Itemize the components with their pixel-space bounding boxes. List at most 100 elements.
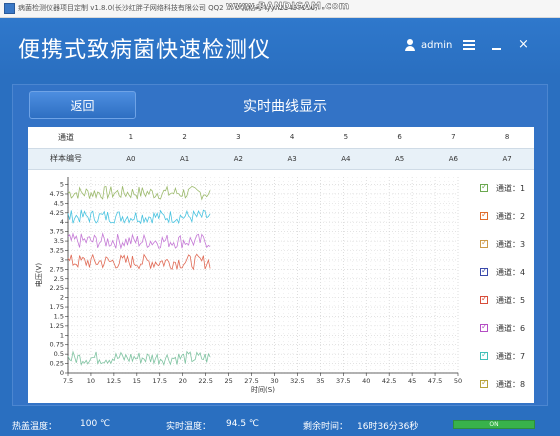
legend-label: 通道：7 [496, 351, 526, 361]
x-tick-label: 20 [179, 377, 187, 385]
y-tick-label: 4.75 [50, 190, 64, 198]
x-tick-label: 22.5 [198, 377, 212, 385]
channel-cell: 7 [451, 133, 456, 142]
x-tick-label: 40 [362, 377, 370, 385]
user-area[interactable]: admin [405, 39, 452, 51]
y-tick-label: 2.25 [50, 284, 64, 292]
legend-item-5[interactable]: 通道：5 [480, 294, 525, 306]
y-tick-label: 0.25 [50, 360, 64, 368]
y-tick-label: 0.5 [54, 350, 64, 358]
app-title: 便携式致病菌快速检测仪 [18, 38, 272, 63]
sample-cell: A5 [372, 147, 427, 170]
checkbox-icon[interactable] [480, 266, 488, 276]
y-axis-title: 电压(V) [34, 263, 43, 288]
sample-cell: A4 [319, 147, 373, 170]
close-icon[interactable]: × [518, 38, 529, 51]
x-tick-label: 50 [454, 377, 462, 385]
menu-icon[interactable] [463, 40, 475, 50]
realtime-line-chart: 7.5 10 12.5 15 17.5 20 22.5 25 27.5 30 32.5 35 37.5 4… [34, 177, 462, 394]
sample-cell: A7 [480, 147, 534, 170]
series-line [67, 253, 211, 271]
window-titlebar: 病菌检测仪器项目定制 v1.8.0(长沙红胖子网络科技有限公司 QQ2 ... … [0, 0, 560, 18]
x-tick-label: 10 [87, 377, 95, 385]
checkbox-icon[interactable] [480, 350, 488, 360]
channel-table: 通道 1 2 3 4 5 6 7 8 样本编号 A0 A1 A2 A3 A4 A… [28, 127, 534, 170]
x-tick-label: 32.5 [290, 377, 304, 385]
y-tick-label: 4 [60, 218, 64, 226]
legend-item-6[interactable]: 通道：6 [480, 322, 525, 334]
legend-item-3[interactable]: 通道：3 [480, 238, 525, 250]
y-tick-label: 3.75 [50, 228, 64, 236]
channel-cell: 3 [236, 133, 241, 142]
y-tick-label: 1 [60, 331, 64, 339]
legend-label: 通道：1 [496, 183, 526, 193]
legend-label: 通道：4 [496, 267, 526, 277]
x-axis-title: 时间(S) [251, 385, 275, 394]
y-tick-label: 0.75 [50, 341, 64, 349]
sample-cell: A1 [157, 147, 212, 170]
x-tick-label: 27.5 [244, 377, 258, 385]
channel-cell: 1 [128, 133, 134, 142]
x-tick-label: 45 [408, 377, 416, 385]
user-icon [405, 39, 415, 51]
legend-item-7[interactable]: 通道：7 [480, 350, 525, 362]
sample-row: 样本编号 A0 A1 A2 A3 A4 A5 A6 A7 [28, 147, 534, 170]
legend-label: 通道：6 [496, 323, 526, 333]
legend-label: 通道：5 [496, 295, 526, 305]
checkbox-icon[interactable] [480, 294, 488, 304]
sample-cell: A6 [426, 147, 481, 170]
real-temp-value: 94.5 ℃ [226, 419, 260, 429]
y-tick-label: 1.75 [50, 303, 64, 311]
y-tick-label: 1.25 [50, 322, 64, 330]
x-tick-label: 42.5 [382, 377, 396, 385]
x-tick-label: 25 [224, 377, 232, 385]
y-tick-label: 1.5 [54, 312, 64, 320]
y-tick-label: 4.5 [54, 199, 64, 207]
x-tick-label: 12.5 [107, 377, 121, 385]
recording-watermark: www.BANDICAM.com [226, 1, 350, 12]
x-tick-label: 7.5 [63, 377, 73, 385]
legend-item-8[interactable]: 通道：8 [480, 378, 525, 390]
y-tick-label: 3 [60, 256, 64, 264]
legend-label: 通道：3 [496, 239, 526, 249]
lid-temp-value: 100 ℃ [80, 419, 111, 429]
x-tick-label: 15 [133, 377, 141, 385]
sample-header-label: 样本编号 [28, 147, 104, 170]
minimize-icon[interactable] [492, 48, 501, 50]
y-tick-label: 3.5 [54, 237, 64, 245]
legend-item-4[interactable]: 通道：4 [480, 266, 525, 278]
checkbox-icon[interactable] [480, 378, 488, 388]
username: admin [421, 39, 453, 51]
app-header: 便携式致病菌快速检测仪 admin × [0, 18, 560, 76]
x-tick-label: 17.5 [153, 377, 167, 385]
series-line [67, 209, 211, 225]
status-indicator: ON [453, 420, 535, 429]
channel-header-label: 通道 [58, 132, 74, 142]
y-tick-label: 2 [60, 294, 64, 302]
y-tick-label: 2.75 [50, 265, 64, 273]
y-tick-label: 3.25 [50, 247, 64, 255]
y-tick-label: 0 [60, 369, 64, 377]
x-tick-label: 30 [270, 377, 278, 385]
y-tick-label: 4.25 [50, 209, 64, 217]
channel-cell: 8 [504, 133, 510, 142]
channel-cell: 2 [182, 133, 187, 142]
checkbox-icon[interactable] [480, 210, 488, 220]
channel-row: 通道 1 2 3 4 5 6 7 8 [28, 127, 534, 148]
legend-item-1[interactable]: 通道：1 [480, 182, 525, 194]
sample-cell: A2 [211, 147, 266, 170]
x-tick-label: 35 [316, 377, 324, 385]
series-line [67, 350, 211, 366]
checkbox-icon[interactable] [480, 182, 488, 192]
legend-label: 通道：8 [496, 379, 526, 389]
back-button[interactable]: 返回 [29, 91, 136, 119]
page-title: 实时曲线显示 [243, 99, 327, 115]
checkbox-icon[interactable] [480, 238, 488, 248]
legend-item-2[interactable]: 通道：2 [480, 210, 525, 222]
y-tick-label: 5 [60, 181, 64, 189]
remaining-time-label: 剩余时间： [303, 422, 349, 432]
real-temp-label: 实时温度： [166, 422, 212, 432]
lid-temp-label: 热盖温度： [12, 422, 58, 432]
x-tick-label: 37.5 [336, 377, 350, 385]
checkbox-icon[interactable] [480, 322, 488, 332]
